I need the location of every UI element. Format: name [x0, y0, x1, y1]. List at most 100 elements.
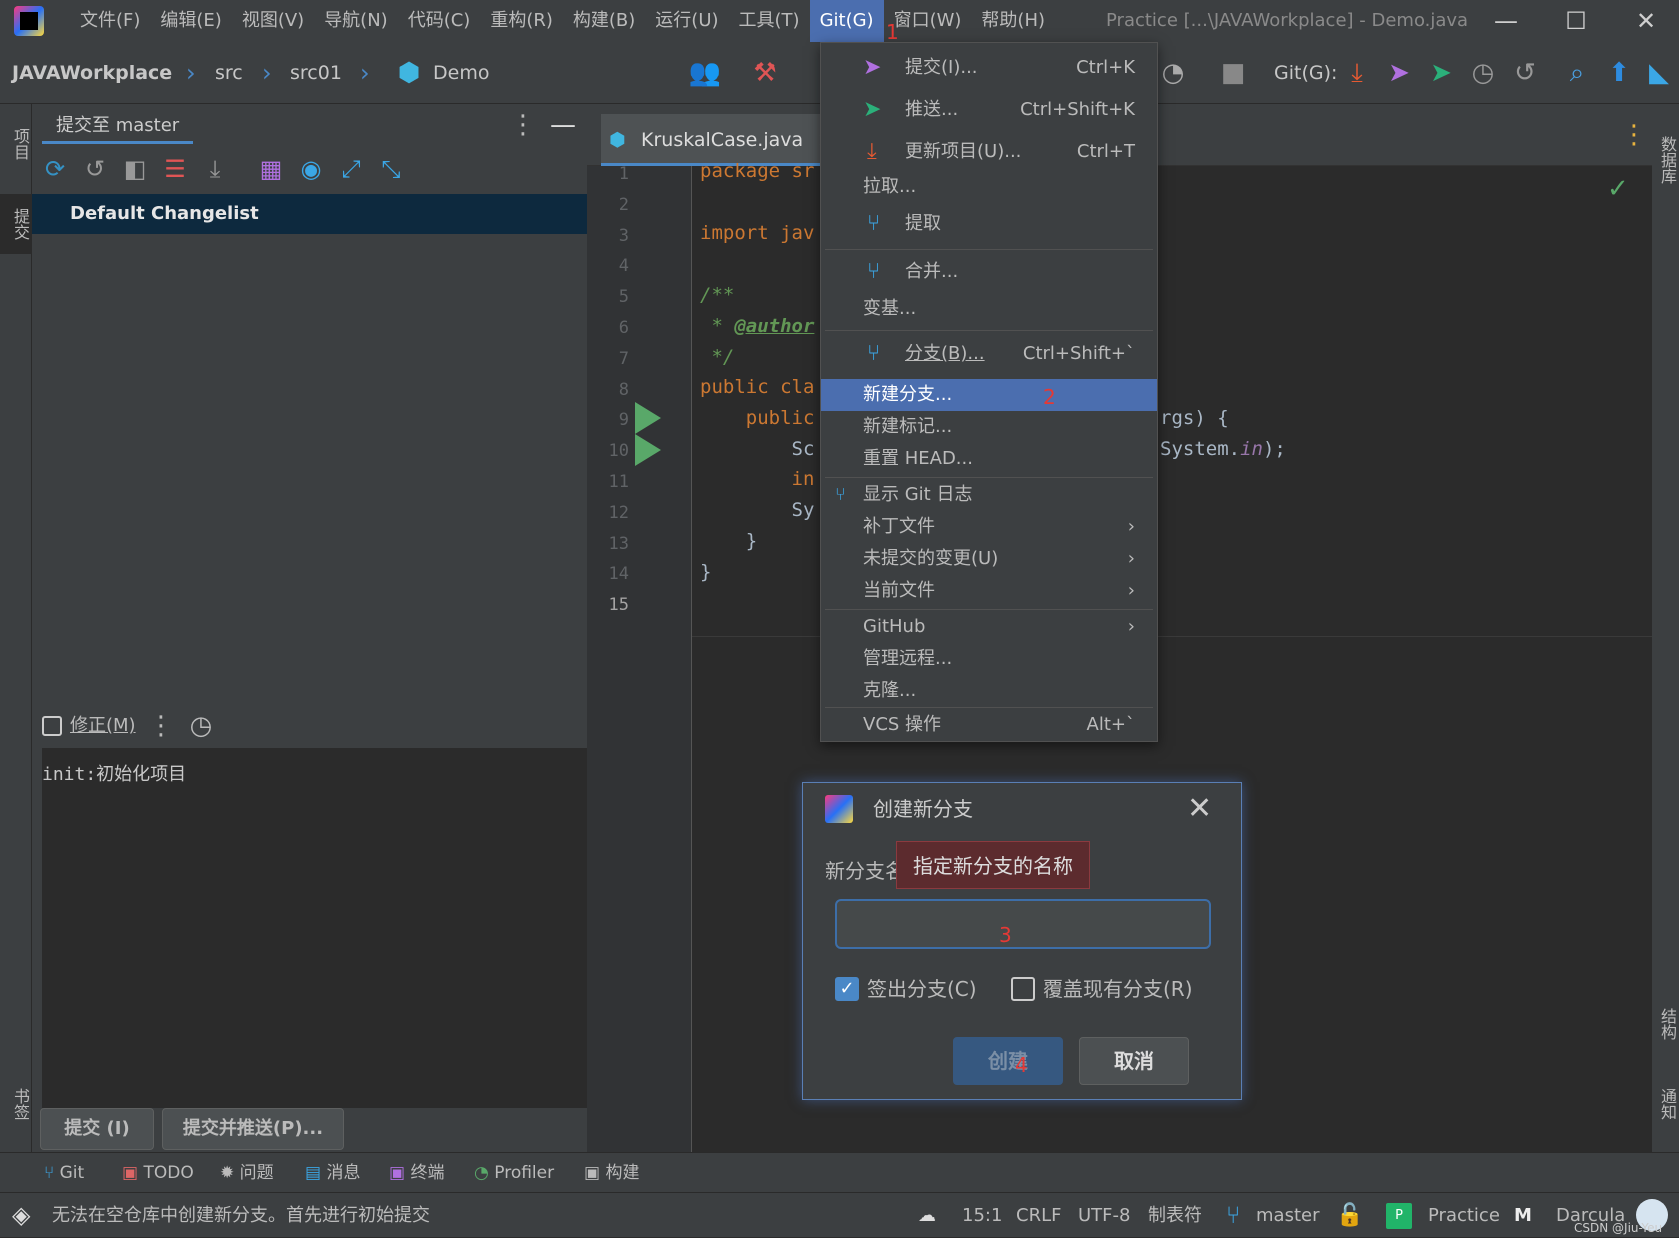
users-icon[interactable]: 👥	[688, 56, 722, 90]
menu-view[interactable]: 视图(V)	[232, 0, 314, 42]
dialog-close-icon[interactable]: ✕	[1187, 785, 1212, 833]
commit-tab[interactable]: 提交至 master	[42, 108, 194, 144]
editor-tab-kruskalcase[interactable]: ⬢ KruskalCase.java ×	[601, 114, 844, 166]
git-menu-commit[interactable]: ➤ 提交(I)... Ctrl+K	[821, 49, 1157, 87]
shelve-icon[interactable]: ☰	[158, 152, 192, 186]
profiler-icon[interactable]: ◔	[1156, 56, 1190, 90]
diff-icon[interactable]: ◧	[118, 152, 152, 186]
breadcrumb-file[interactable]: Demo	[433, 42, 489, 104]
tool-tab-todo[interactable]: ▣ TODO	[122, 1153, 194, 1193]
stripe-tab-project[interactable]: 项目	[0, 114, 32, 174]
menu-file[interactable]: 文件(F)	[70, 0, 150, 42]
breadcrumb-package[interactable]: src01	[290, 42, 342, 104]
caret-position[interactable]: 15:1	[962, 1193, 1002, 1238]
run-main-icon[interactable]	[635, 434, 661, 466]
readonly-lock-icon[interactable]: 🔓	[1336, 1193, 1363, 1238]
status-message[interactable]: 无法在空仓库中创建新分支。首先进行初始提交	[52, 1193, 430, 1238]
git-menu-merge[interactable]: ⑂ 合并...	[821, 253, 1157, 291]
inspection-ok-icon[interactable]: ✓	[1607, 174, 1629, 204]
menu-tools[interactable]: 工具(T)	[729, 0, 810, 42]
update-ide-icon[interactable]: ⬆	[1602, 56, 1636, 90]
expand-all-icon[interactable]: ⤢	[334, 152, 368, 186]
menu-run[interactable]: 运行(U)	[645, 0, 728, 42]
git-menu-github[interactable]: GitHub ›	[821, 611, 1157, 643]
tool-tab-build[interactable]: ▣ 构建	[584, 1153, 639, 1193]
run-class-icon[interactable]	[635, 402, 661, 434]
default-changelist[interactable]: Default Changelist	[32, 194, 587, 234]
search-icon[interactable]: ⌕	[1560, 56, 1594, 90]
breadcrumb-project[interactable]: JAVAWorkplace	[12, 42, 172, 104]
git-menu-clone[interactable]: 克隆...	[821, 675, 1157, 707]
git-menu-new-tag[interactable]: 新建标记...	[821, 411, 1157, 443]
push-icon[interactable]: ➤	[1424, 56, 1458, 90]
git-menu-new-branch[interactable]: 新建分支... 2	[821, 379, 1157, 411]
menu-build[interactable]: 构建(B)	[563, 0, 645, 42]
collapse-all-icon[interactable]: ⤡	[374, 152, 408, 186]
menu-code[interactable]: 代码(C)	[398, 0, 481, 42]
git-menu-update[interactable]: ⤓ 更新项目(U)... Ctrl+T	[821, 133, 1157, 171]
menu-help[interactable]: 帮助(H)	[971, 0, 1055, 42]
git-menu-show-log[interactable]: ⑂ 显示 Git 日志	[821, 479, 1157, 511]
layers-icon[interactable]: ◈	[12, 1193, 30, 1238]
stop-icon[interactable]: ■	[1216, 56, 1250, 90]
background-tasks-icon[interactable]: ☁	[918, 1193, 936, 1238]
git-menu-remotes[interactable]: 管理远程...	[821, 643, 1157, 675]
code-with-me-icon[interactable]: ◣	[1642, 56, 1676, 90]
git-menu-rebase[interactable]: 变基...	[821, 293, 1157, 325]
unshelve-icon[interactable]: ⤓	[198, 152, 232, 186]
commit-icon[interactable]: ➤	[1382, 56, 1416, 90]
more-options-icon[interactable]: ⋮	[144, 709, 178, 743]
more-options-icon[interactable]: ⋮	[506, 108, 540, 142]
more-options-icon[interactable]: ⋮	[1617, 118, 1651, 152]
menu-git[interactable]: Git(G)	[809, 0, 884, 42]
maximize-icon[interactable]: ☐	[1546, 0, 1606, 42]
tool-tab-messages[interactable]: ▤ 消息	[305, 1153, 360, 1193]
git-menu-uncommitted[interactable]: 未提交的变更(U) ›	[821, 543, 1157, 575]
tool-tab-profiler[interactable]: ◔ Profiler	[474, 1153, 554, 1193]
update-project-icon[interactable]: ⤓	[1340, 56, 1374, 90]
rollback-icon[interactable]: ↺	[78, 152, 112, 186]
menu-edit[interactable]: 编辑(E)	[150, 0, 231, 42]
close-window-icon[interactable]: ✕	[1616, 0, 1676, 42]
commit-message-editor[interactable]: init:初始化项目	[42, 748, 587, 1108]
rollback-icon[interactable]: ↺	[1508, 56, 1542, 90]
git-menu-current-file[interactable]: 当前文件 ›	[821, 575, 1157, 607]
cancel-button[interactable]: 取消	[1079, 1037, 1189, 1085]
tool-tab-terminal[interactable]: ▣ 终端	[389, 1153, 444, 1193]
git-menu-push[interactable]: ➤ 推送... Ctrl+Shift+K	[821, 91, 1157, 129]
stripe-tab-notifications[interactable]: 通知	[1652, 1074, 1679, 1134]
git-menu-vcs-operations[interactable]: VCS 操作 Alt+`	[821, 709, 1157, 741]
stripe-tab-bookmarks[interactable]: 书签	[0, 1074, 32, 1134]
current-branch[interactable]: master	[1256, 1193, 1319, 1238]
git-menu-fetch[interactable]: ⑂ 提取	[821, 205, 1157, 243]
git-menu-patch[interactable]: 补丁文件 ›	[821, 511, 1157, 543]
menu-navigate[interactable]: 导航(N)	[314, 0, 398, 42]
commit-history-icon[interactable]: ◷	[184, 709, 218, 743]
commit-button[interactable]: 提交 (I)	[40, 1108, 154, 1150]
overwrite-branch-checkbox[interactable]	[1011, 977, 1035, 1001]
stripe-tab-database[interactable]: 数据库	[1652, 120, 1679, 200]
build-hammer-icon[interactable]: ⚒	[748, 56, 782, 90]
menu-refactor[interactable]: 重构(R)	[480, 0, 563, 42]
checkout-branch-checkbox[interactable]: ✓	[835, 977, 859, 1001]
git-menu-branches[interactable]: ⑂ 分支(B)... Ctrl+Shift+`	[821, 335, 1157, 373]
tool-tab-git[interactable]: ⑂ Git	[44, 1153, 84, 1193]
refresh-icon[interactable]: ⟳	[38, 152, 72, 186]
file-encoding[interactable]: UTF-8	[1078, 1193, 1130, 1238]
minimize-icon[interactable]: —	[1476, 0, 1536, 42]
indent-style[interactable]: 制表符	[1148, 1193, 1202, 1238]
line-separator[interactable]: CRLF	[1016, 1193, 1061, 1238]
new-branch-name-input[interactable]	[835, 899, 1211, 949]
stripe-tab-commit[interactable]: 提交	[0, 194, 32, 254]
group-by-icon[interactable]: ▦	[254, 152, 288, 186]
breadcrumb-src[interactable]: src	[215, 42, 243, 104]
project-name[interactable]: Practice	[1428, 1193, 1500, 1238]
stripe-tab-structure[interactable]: 结构	[1652, 994, 1679, 1054]
commit-and-push-button[interactable]: 提交并推送(P)...	[162, 1108, 344, 1150]
amend-checkbox[interactable]	[42, 716, 62, 736]
tool-tab-problems[interactable]: ✹ 问题	[220, 1153, 274, 1193]
history-icon[interactable]: ◷	[1466, 56, 1500, 90]
git-menu-reset-head[interactable]: 重置 HEAD...	[821, 443, 1157, 475]
preview-eye-icon[interactable]: ◉	[294, 152, 328, 186]
create-button[interactable]: 创建	[953, 1037, 1063, 1085]
